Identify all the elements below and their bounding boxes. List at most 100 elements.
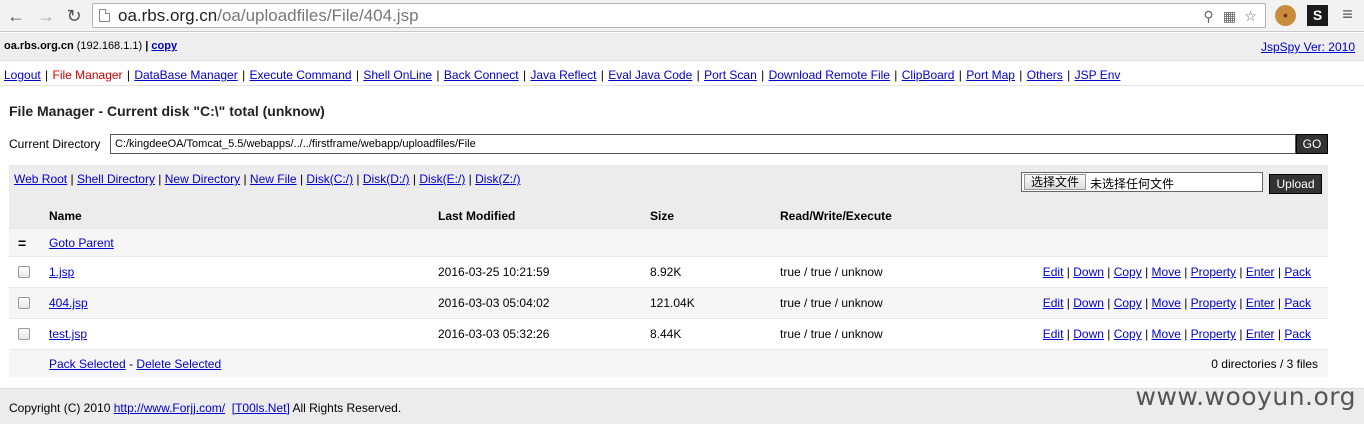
go-button[interactable]: GO	[1296, 134, 1328, 154]
action-pack-link[interactable]: Pack	[1284, 296, 1311, 310]
delete-selected-link[interactable]: Delete Selected	[136, 357, 221, 371]
no-file-chosen-text: 未选择任何文件	[1090, 177, 1175, 191]
page-title: File Manager - Current disk "C:\" total …	[9, 103, 325, 119]
file-permissions: true / true / unknow	[780, 265, 883, 279]
menu-item-jsp-env[interactable]: JSP Env	[1075, 68, 1121, 82]
file-table: Name Last Modified Size Read/Write/Execu…	[9, 203, 1328, 377]
file-upload-input[interactable]: 选择文件 未选择任何文件	[1021, 172, 1263, 192]
file-toolbar: Web Root | Shell Directory | New Directo…	[9, 165, 1328, 203]
action-move-link[interactable]: Move	[1152, 265, 1181, 279]
row-checkbox[interactable]	[18, 266, 30, 278]
table-row: 1.jsp 2016-03-25 10:21:59 8.92K true / true…	[9, 257, 1328, 288]
menu-item-shell-online[interactable]: Shell OnLine	[363, 68, 432, 82]
header-size: Size	[650, 208, 675, 223]
action-copy-link[interactable]: Copy	[1114, 296, 1142, 310]
toolbar-link-disk-d[interactable]: Disk(D:/)	[363, 172, 410, 186]
menu-item-back-connect[interactable]: Back Connect	[444, 68, 519, 82]
menu-item-execute-command[interactable]: Execute Command	[250, 68, 352, 82]
upload-button[interactable]: Upload	[1269, 174, 1322, 194]
row-checkbox[interactable]	[18, 297, 30, 309]
row-checkbox[interactable]	[18, 328, 30, 340]
action-property-link[interactable]: Property	[1191, 296, 1236, 310]
action-edit-link[interactable]: Edit	[1043, 296, 1064, 310]
host-name: oa.rbs.org.cn	[4, 40, 74, 52]
file-size: 8.44K	[650, 327, 682, 341]
menu-icon[interactable]: ≡	[1337, 5, 1358, 26]
forjj-link[interactable]: http://www.Forjj.com/	[114, 401, 225, 415]
parent-icon: =	[18, 234, 27, 251]
browser-toolbar: ← → ↻ oa.rbs.org.cn/oa/uploadfiles/File/…	[0, 0, 1364, 32]
menu-item-download-remote-file[interactable]: Download Remote File	[769, 68, 890, 82]
menu-item-clipboard[interactable]: ClipBoard	[902, 68, 955, 82]
menu-item-java-reflect[interactable]: Java Reflect	[530, 68, 596, 82]
watermark: www.wooyun.org	[1135, 382, 1356, 411]
menu-item-database-manager[interactable]: DataBase Manager	[134, 68, 237, 82]
action-pack-link[interactable]: Pack	[1284, 265, 1311, 279]
action-enter-link[interactable]: Enter	[1246, 296, 1275, 310]
goto-parent-link[interactable]: Goto Parent	[49, 236, 114, 250]
cookie-extension-icon[interactable]: •	[1275, 5, 1296, 26]
action-move-link[interactable]: Move	[1152, 327, 1181, 341]
file-actions: Edit | Down | Copy | Move | Property | E…	[1042, 327, 1311, 341]
action-down-link[interactable]: Down	[1073, 327, 1104, 341]
action-down-link[interactable]: Down	[1073, 296, 1104, 310]
action-move-link[interactable]: Move	[1152, 296, 1181, 310]
translate-icon[interactable]: ▦	[1221, 7, 1238, 25]
action-enter-link[interactable]: Enter	[1246, 265, 1275, 279]
menu-item-file-manager[interactable]: File Manager	[53, 68, 123, 82]
file-count: 0 directories / 3 files	[1211, 356, 1318, 371]
choose-file-button[interactable]: 选择文件	[1024, 174, 1087, 190]
action-copy-link[interactable]: Copy	[1114, 265, 1142, 279]
back-icon[interactable]: ←	[5, 5, 27, 27]
reload-icon[interactable]: ↻	[63, 5, 85, 27]
table-header: Name Last Modified Size Read/Write/Execu…	[9, 203, 1328, 229]
toolbar-link-disk-e[interactable]: Disk(E:/)	[419, 172, 465, 186]
menu-item-logout[interactable]: Logout	[4, 68, 41, 82]
forward-icon[interactable]: →	[35, 5, 57, 27]
action-enter-link[interactable]: Enter	[1246, 327, 1275, 341]
action-edit-link[interactable]: Edit	[1043, 265, 1064, 279]
pack-selected-link[interactable]: Pack Selected	[49, 357, 126, 371]
file-size: 121.04K	[650, 296, 695, 310]
menu-item-others[interactable]: Others	[1027, 68, 1063, 82]
menu-item-port-map[interactable]: Port Map	[966, 68, 1015, 82]
current-directory-input[interactable]	[110, 134, 1296, 154]
file-name-link[interactable]: test.jsp	[49, 327, 87, 341]
file-modified: 2016-03-03 05:32:26	[438, 327, 550, 341]
bookmark-star-icon[interactable]: ☆	[1242, 7, 1259, 25]
host-ip: (192.168.1.1)	[76, 40, 143, 52]
copy-link[interactable]: copy	[151, 40, 177, 52]
menu-item-port-scan[interactable]: Port Scan	[704, 68, 757, 82]
file-modified: 2016-03-03 05:04:02	[438, 296, 550, 310]
toolbar-link-new-file[interactable]: New File	[250, 172, 297, 186]
key-icon[interactable]: ⚲	[1200, 7, 1217, 25]
action-copy-link[interactable]: Copy	[1114, 327, 1142, 341]
action-pack-link[interactable]: Pack	[1284, 327, 1311, 341]
action-edit-link[interactable]: Edit	[1043, 327, 1064, 341]
t00ls-link[interactable]: [T00ls.Net]	[232, 401, 290, 415]
toolbar-link-new-directory[interactable]: New Directory	[165, 172, 240, 186]
file-name-link[interactable]: 1.jsp	[49, 265, 74, 279]
file-actions: Edit | Down | Copy | Move | Property | E…	[1042, 296, 1311, 310]
table-footer: Pack Selected - Delete Selected 0 direct…	[9, 350, 1328, 377]
file-permissions: true / true / unknow	[780, 296, 883, 310]
s-extension-icon[interactable]: S	[1307, 5, 1328, 26]
main-menu: Logout | File Manager | DataBase Manager…	[0, 62, 1364, 86]
toolbar-link-disk-c[interactable]: Disk(C:/)	[306, 172, 353, 186]
info-bar: oa.rbs.org.cn (192.168.1.1) | copy JspSp…	[0, 33, 1364, 61]
version-link[interactable]: JspSpy Ver: 2010	[1261, 40, 1355, 54]
toolbar-link-web-root[interactable]: Web Root	[14, 172, 67, 186]
table-row: test.jsp 2016-03-03 05:32:26 8.44K true / t…	[9, 319, 1328, 350]
copyright: Copyright (C) 2010 http://www.Forjj.com/…	[9, 401, 402, 415]
address-bar[interactable]: oa.rbs.org.cn/oa/uploadfiles/File/404.js…	[92, 3, 1266, 28]
address-url[interactable]: oa.rbs.org.cn/oa/uploadfiles/File/404.js…	[118, 6, 419, 26]
action-down-link[interactable]: Down	[1073, 265, 1104, 279]
toolbar-link-shell-directory[interactable]: Shell Directory	[77, 172, 155, 186]
action-property-link[interactable]: Property	[1191, 327, 1236, 341]
goto-parent-row: = Goto Parent	[9, 229, 1328, 257]
file-name-link[interactable]: 404.jsp	[49, 296, 88, 310]
file-modified: 2016-03-25 10:21:59	[438, 265, 550, 279]
menu-item-eval-java-code[interactable]: Eval Java Code	[608, 68, 692, 82]
action-property-link[interactable]: Property	[1191, 265, 1236, 279]
toolbar-link-disk-z[interactable]: Disk(Z:/)	[475, 172, 520, 186]
